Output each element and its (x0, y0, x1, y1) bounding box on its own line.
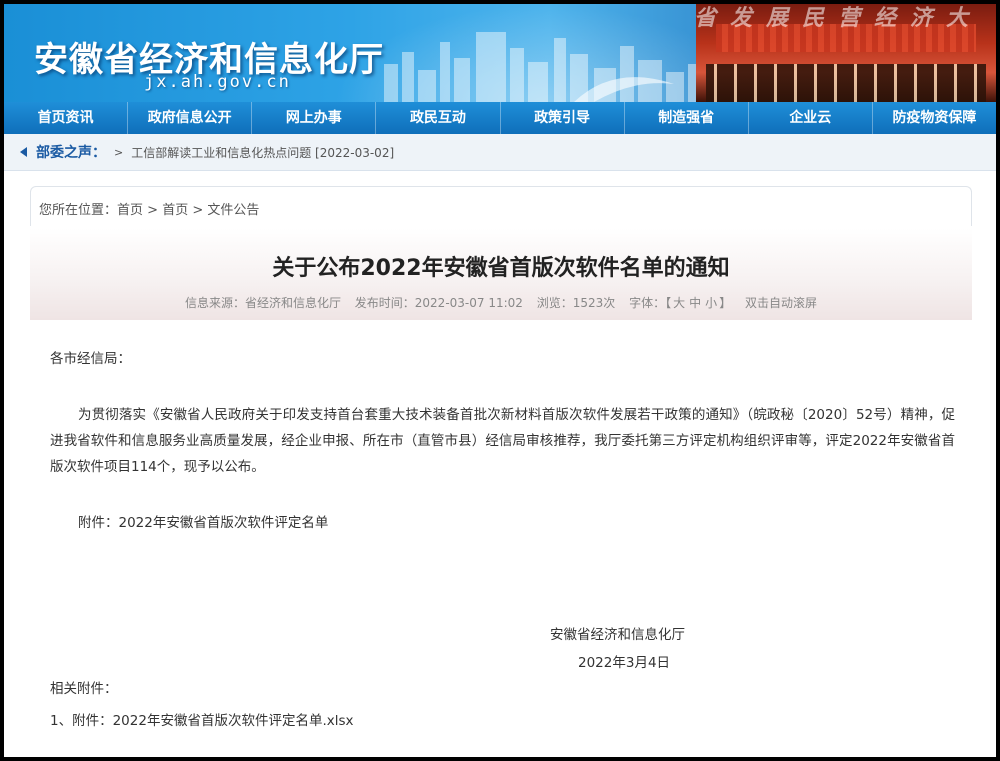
nav-item-manufacturing[interactable]: 制造强省 (625, 102, 749, 134)
signature-date: 2022年3月4日 (578, 655, 671, 671)
breadcrumb-prefix: 您所在位置： (39, 203, 118, 218)
breadcrumb-announcements[interactable]: 文件公告 (207, 203, 259, 218)
ticker-news-link[interactable]: 工信部解读工业和信息化热点问题 [2022-03-02] (131, 144, 394, 161)
article-meta: 信息来源：省经济和信息化厅 发布时间：2022-03-07 11:02 浏览：1… (30, 294, 972, 311)
meta-views: 浏览：1523次 (536, 296, 616, 310)
article-paragraph: 为贯彻落实《安徽省人民政府关于印发支持首台套重大技术装备首批次新材料首版次软件发… (50, 407, 955, 475)
article-salutation: 各市经信局： (50, 351, 131, 367)
attachment-note: 附件：2022年安徽省首版次软件评定名单 (78, 515, 329, 531)
article-header: 关于公布2022年安徽省首版次软件名单的通知 信息来源：省经济和信息化厅 发布时… (30, 228, 972, 320)
stage-people (706, 64, 986, 102)
main-nav: 首页资讯 政府信息公开 网上办事 政民互动 政策引导 制造强省 企业云 防疫物资… (4, 102, 996, 134)
nav-item-policy[interactable]: 政策引导 (501, 102, 625, 134)
ticker-label: 部委之声： (36, 145, 106, 161)
breadcrumb-separator: > (143, 203, 163, 218)
breadcrumb-box: 您所在位置：首页 > 首页 > 文件公告 (30, 186, 972, 226)
font-small-button[interactable]: 小 (705, 296, 717, 310)
banner-slogan: 省发展民营经济大 (694, 6, 983, 31)
ticker-arrow-icon: > (114, 145, 124, 159)
site-banner: 省发展民营经济大 安徽省经济和信息化厅 jx.ah.gov.cn (4, 4, 996, 102)
site-domain: jx.ah.gov.cn (144, 72, 291, 92)
article-title: 关于公布2022年安徽省首版次软件名单的通知 (272, 256, 730, 281)
breadcrumb-home-2[interactable]: 首页 (162, 203, 188, 218)
nav-item-online-service[interactable]: 网上办事 (252, 102, 377, 134)
meta-publish-time: 发布时间：2022-03-07 11:02 (354, 296, 523, 310)
attachment-file-link[interactable]: 1、附件：2022年安徽省首版次软件评定名单.xlsx (50, 708, 354, 734)
related-attachments-label: 相关附件： (50, 681, 118, 697)
nav-item-home-news[interactable]: 首页资讯 (4, 102, 129, 134)
news-ticker: 部委之声： > 工信部解读工业和信息化热点问题 [2022-03-02] (4, 134, 996, 171)
signature-org: 安徽省经济和信息化厅 (550, 627, 685, 643)
font-size-control: 字体：【大中小】 (629, 296, 731, 310)
font-medium-button[interactable]: 中 (689, 296, 701, 310)
font-size-end: 】 (719, 296, 732, 310)
breadcrumb-home-1[interactable]: 首页 (117, 203, 143, 218)
nav-item-enterprise-cloud[interactable]: 企业云 (749, 102, 873, 134)
page-frame: 省发展民营经济大 安徽省经济和信息化厅 jx.ah.gov.cn 首页资讯 政府… (4, 4, 996, 757)
breadcrumb-separator: > (188, 203, 208, 218)
city-skyline-image (384, 32, 708, 102)
nav-item-epidemic-supplies[interactable]: 防疫物资保障 (873, 102, 996, 134)
meta-source: 信息来源：省经济和信息化厅 (184, 296, 341, 310)
breadcrumb: 您所在位置：首页 > 首页 > 文件公告 (39, 199, 259, 218)
font-large-button[interactable]: 大 (673, 296, 685, 310)
nav-item-gov-info[interactable]: 政府信息公开 (128, 102, 253, 134)
speaker-icon (20, 147, 27, 157)
font-size-label: 字体：【 (629, 296, 672, 310)
nav-item-interaction[interactable]: 政民互动 (376, 102, 501, 134)
autoscroll-toggle[interactable]: 双击自动滚屏 (745, 296, 817, 310)
